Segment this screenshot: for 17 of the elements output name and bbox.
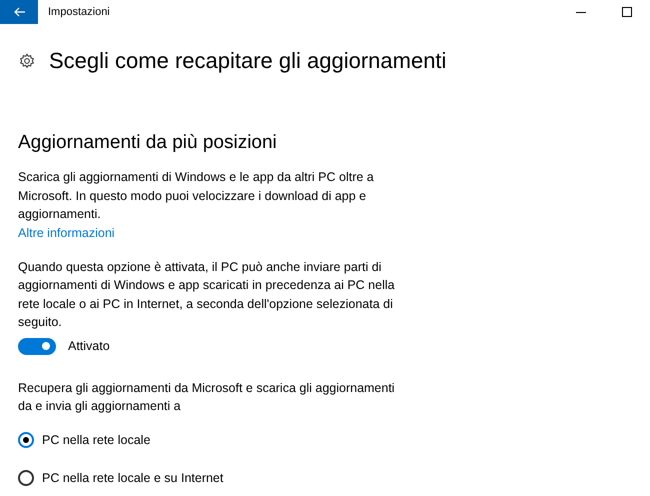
page-title: Scegli come recapitare gli aggiornamenti [49, 48, 446, 74]
toggle-label: Attivato [68, 339, 110, 353]
back-button[interactable] [0, 0, 38, 24]
radio-label: PC nella rete locale [42, 432, 150, 446]
section-heading: Aggiornamenti da più posizioni [18, 132, 278, 154]
toggle-description: Quando questa opzione è attivata, il PC può anche inviare parti di aggiornamenti di Windows e app scaricati in precedenza ai PC nella rete locale o ai PC in Internet, a seconda dell'opzione selezionata di seguito. [18, 258, 396, 331]
radio-button[interactable] [18, 470, 34, 486]
back-arrow-icon [14, 7, 24, 17]
settings-icon [19, 53, 35, 69]
description-text: Scarica gli aggiornamenti di Windows e le app da altri PC oltre a Microsoft. In questo modo puoi velocizzare i download di app e aggiornamenti. [18, 169, 375, 223]
maximize-icon [622, 7, 632, 17]
window-title: Impostazioni [48, 6, 111, 18]
radio-label: PC nella rete locale e su Internet [42, 470, 224, 484]
toggle-switch[interactable] [18, 338, 56, 354]
radio-button[interactable] [18, 432, 34, 448]
options-description: Recupera gli aggiornamenti da Microsoft e scarica gli aggiornamenti da e invia gli aggiornamenti a [18, 380, 396, 415]
more-info-link[interactable]: Altre informazioni [18, 224, 115, 242]
